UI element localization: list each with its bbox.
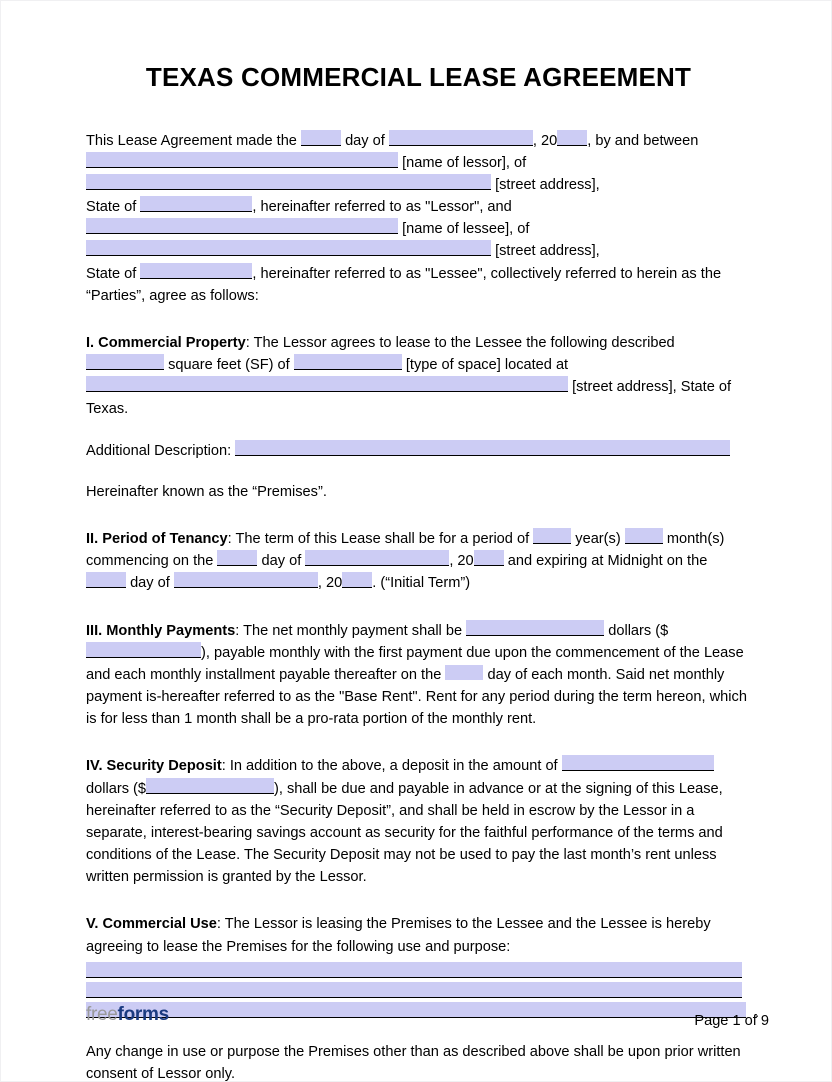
field-use-purpose-line-1[interactable] bbox=[86, 961, 742, 978]
section-3-text-1: : The net monthly payment shall be bbox=[235, 622, 463, 639]
field-monthly-payment-words[interactable] bbox=[466, 619, 605, 636]
field-payment-due-day[interactable] bbox=[445, 664, 484, 680]
section-2-text-7: day of bbox=[130, 575, 170, 592]
use-change-note: Any change in use or purpose the Premise… bbox=[86, 1043, 741, 1082]
document-page: TEXAS COMMERCIAL LEASE AGREEMENT This Le… bbox=[0, 0, 832, 1082]
section-5-heading: V. Commercial Use bbox=[86, 916, 217, 933]
section-2-text-8: , 20 bbox=[317, 575, 343, 592]
section-commercial-use: V. Commercial Use: The Lessor is leasing… bbox=[86, 913, 751, 957]
intro-text-10: [street address], bbox=[495, 243, 600, 260]
field-monthly-payment-amount[interactable] bbox=[86, 641, 201, 658]
field-term-years[interactable] bbox=[533, 528, 572, 544]
field-lessor-state[interactable] bbox=[140, 196, 253, 213]
section-security-deposit: IV. Security Deposit: In addition to the… bbox=[86, 755, 751, 888]
field-lessee-state[interactable] bbox=[140, 262, 253, 279]
field-type-of-space[interactable] bbox=[293, 354, 402, 371]
field-commence-day[interactable] bbox=[217, 550, 258, 567]
field-expire-day[interactable] bbox=[86, 572, 126, 589]
section-3-text-2: dollars ($ bbox=[608, 622, 669, 639]
section-4-text-2: dollars ($ bbox=[86, 780, 147, 797]
section-1-heading: I. Commercial Property bbox=[86, 334, 246, 351]
field-additional-description[interactable] bbox=[235, 439, 731, 456]
section-4-text-3: ), shall be due and payable in advance o… bbox=[86, 780, 723, 886]
freeforms-logo[interactable]: freeforms bbox=[86, 1004, 169, 1026]
section-monthly-payments: III. Monthly Payments: The net monthly p… bbox=[86, 619, 751, 731]
additional-description-label: Additional Description: bbox=[86, 442, 232, 459]
premises-note: Hereinafter known as the “Premises”. bbox=[86, 483, 327, 500]
field-lessee-name[interactable] bbox=[86, 218, 398, 235]
section-period-of-tenancy: II. Period of Tenancy: The term of this … bbox=[86, 528, 751, 595]
section-commercial-property: I. Commercial Property: The Lessor agree… bbox=[86, 332, 751, 421]
field-lessee-street-address[interactable] bbox=[86, 240, 491, 257]
intro-text-5: [name of lessor], of bbox=[402, 154, 527, 171]
section-4-heading: IV. Security Deposit bbox=[86, 758, 222, 775]
field-year-of-agreement[interactable] bbox=[557, 129, 588, 146]
intro-text-11: State of bbox=[86, 265, 137, 282]
field-square-feet[interactable] bbox=[86, 354, 164, 371]
field-expire-month[interactable] bbox=[173, 572, 318, 589]
page-number: Page 1 of 9 bbox=[694, 1013, 769, 1029]
page-footer: freeforms Page 1 of 9 bbox=[86, 1001, 769, 1029]
section-2-text-4: day of bbox=[261, 553, 302, 570]
section-4-text-1: : In addition to the above, a deposit in… bbox=[221, 758, 558, 775]
document-content: TEXAS COMMERCIAL LEASE AGREEMENT This Le… bbox=[86, 1, 759, 1082]
section-2-text-1: : The term of this Lease shall be for a … bbox=[227, 531, 530, 547]
section-1-text-2: square feet (SF) of bbox=[168, 357, 290, 374]
intro-text-8: , hereinafter referred to as "Lessor", a… bbox=[252, 199, 512, 216]
additional-description-row: Additional Description: bbox=[86, 439, 751, 462]
field-term-months[interactable] bbox=[624, 528, 663, 544]
section-1-text-3: [type of space] located at bbox=[405, 357, 569, 374]
section-3-heading: III. Monthly Payments bbox=[86, 622, 236, 639]
page-title: TEXAS COMMERCIAL LEASE AGREEMENT bbox=[145, 62, 692, 92]
section-1-text-1: : The Lessor agrees to lease to the Less… bbox=[245, 334, 675, 351]
section-2-heading: II. Period of Tenancy bbox=[86, 531, 228, 547]
field-security-deposit-words[interactable] bbox=[561, 755, 714, 772]
field-property-street-address[interactable] bbox=[86, 376, 568, 393]
logo-text-forms: forms bbox=[117, 1004, 170, 1025]
field-lessor-street-address[interactable] bbox=[86, 173, 491, 190]
field-expire-year[interactable] bbox=[342, 572, 373, 589]
intro-text-2: day of bbox=[345, 132, 385, 149]
section-2-text-5: , 20 bbox=[449, 553, 474, 570]
field-day-of-agreement[interactable] bbox=[301, 129, 341, 146]
intro-text-9: [name of lessee], of bbox=[402, 221, 530, 238]
field-commence-year[interactable] bbox=[473, 550, 504, 567]
field-month-of-agreement[interactable] bbox=[388, 129, 533, 146]
intro-text-3: , 20 bbox=[532, 132, 558, 149]
intro-text-6: [street address], bbox=[495, 176, 600, 193]
intro-text-7: State of bbox=[86, 199, 137, 216]
intro-paragraph: This Lease Agreement made the day of , 2… bbox=[86, 129, 751, 307]
logo-text-free: free bbox=[86, 1004, 118, 1025]
field-commence-month[interactable] bbox=[305, 550, 450, 567]
field-lessor-name[interactable] bbox=[86, 151, 398, 168]
intro-text-4: , by and between bbox=[587, 132, 699, 149]
intro-text-1: This Lease Agreement made the bbox=[86, 132, 297, 149]
field-use-purpose-line-2[interactable] bbox=[86, 981, 742, 998]
section-2-text-6: and expiring at Midnight on the bbox=[507, 553, 708, 570]
section-2-text-2: year(s) bbox=[575, 531, 621, 547]
section-2-text-9: . (“Initial Term”) bbox=[372, 575, 471, 592]
field-security-deposit-amount[interactable] bbox=[146, 777, 275, 794]
